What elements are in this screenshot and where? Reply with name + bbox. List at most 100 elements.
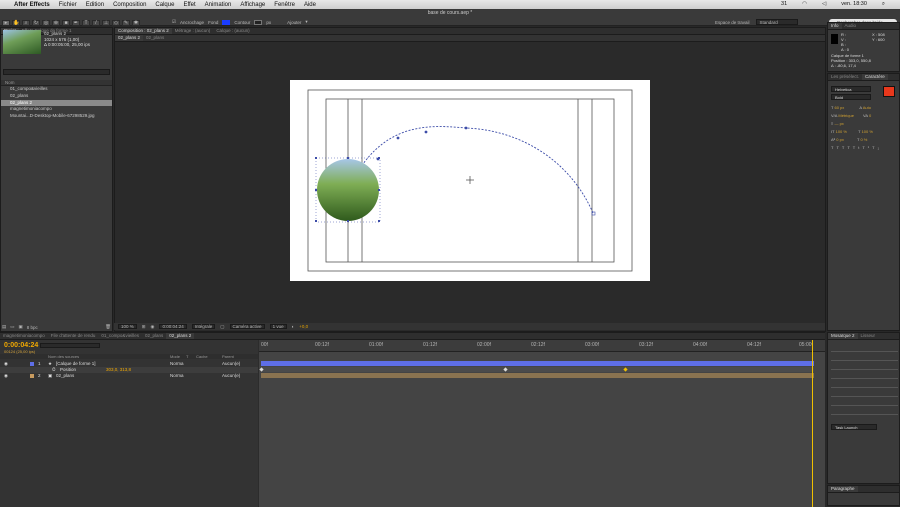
snapshot-icon[interactable]: ◉ — [151, 324, 155, 330]
small-caps-icon[interactable]: Tt — [853, 145, 863, 150]
menu-fenetre[interactable]: Fenêtre — [274, 2, 295, 8]
workspace-select[interactable]: Standard — [755, 19, 798, 25]
volume-icon[interactable]: ◁ — [822, 1, 826, 8]
timeline-layer-row[interactable]: ◉ 2 ▣ 02_plans Norma Aucun(e) — [0, 373, 258, 379]
quality-select[interactable]: Intégrale — [191, 324, 216, 329]
text-tool-icon[interactable]: T — [82, 19, 90, 26]
region-icon[interactable]: ▢ — [220, 324, 224, 330]
stroke-swatch[interactable] — [254, 19, 263, 25]
tab-paragraph[interactable]: Paragraphe — [828, 486, 858, 492]
clone-tool-icon[interactable]: ⊥ — [102, 19, 110, 26]
rotate-tool-icon[interactable]: ↻ — [32, 19, 40, 26]
all-caps-icon[interactable]: TT — [842, 145, 853, 150]
pan-behind-tool-icon[interactable]: ⊕ — [52, 19, 60, 26]
menu-effet[interactable]: Effet — [183, 2, 195, 8]
hscale-value[interactable]: 100 % — [862, 129, 873, 134]
project-search-input[interactable] — [3, 69, 110, 75]
timeline-tab[interactable]: 02_plans — [142, 333, 166, 339]
wiggler-slider[interactable] — [831, 399, 898, 406]
tab-footage[interactable]: Métrage : (aucun) — [172, 28, 214, 34]
subscript-icon[interactable]: T₁ — [872, 145, 882, 150]
menu-affichage[interactable]: Affichage — [240, 2, 265, 8]
tab-layer[interactable]: Calque : (aucun) — [213, 28, 252, 34]
fill-color-swatch[interactable] — [883, 86, 895, 97]
project-item[interactable]: magnetimoniacompo — [1, 106, 112, 113]
spotlight-icon[interactable]: ⌕ — [882, 1, 885, 8]
zoom-select[interactable]: 100 % — [118, 324, 137, 329]
timeline-tab[interactable]: 01_compo&vieilles — [98, 333, 142, 339]
zoom-tool-icon[interactable]: ⌕ — [22, 19, 30, 26]
fill-label[interactable]: Fond — [208, 20, 218, 25]
eraser-tool-icon[interactable]: ◇ — [112, 19, 120, 26]
font-select[interactable]: Helvetica — [831, 86, 871, 92]
menu-composition[interactable]: Composition — [113, 2, 146, 8]
wifi-icon[interactable]: ◠ — [802, 1, 807, 8]
roto-tool-icon[interactable]: ✎ — [122, 19, 130, 26]
task-launch-select[interactable]: Task Launch — [831, 424, 877, 430]
tab-presets[interactable]: Les présélect. — [828, 74, 862, 80]
col-name[interactable]: Nom des sources — [48, 354, 79, 359]
layer-parent[interactable]: Aucun(e) — [222, 373, 240, 379]
bpc-label[interactable]: 8 bpc — [27, 325, 38, 330]
exposure-icon[interactable]: ◐ — [292, 324, 295, 329]
col-parent[interactable]: Parent — [222, 354, 234, 359]
brush-tool-icon[interactable]: / — [92, 19, 100, 26]
timeline-graph[interactable]: 00f 00:12f 01:00f 01:12f 02:00f 02:12f 0… — [259, 340, 825, 507]
time-ruler[interactable]: 00f 00:12f 01:00f 01:12f 02:00f 02:12f 0… — [259, 340, 825, 352]
tab-audio[interactable]: Audio — [842, 23, 860, 29]
composition-frame[interactable] — [290, 80, 650, 281]
timeline-tab[interactable]: File d'attente de rendu — [48, 333, 99, 339]
timeline-tab[interactable]: magnetimoniacompo — [0, 333, 48, 339]
puppet-tool-icon[interactable]: ✱ — [132, 19, 140, 26]
timeline-search-input[interactable] — [40, 343, 100, 348]
kerning-value[interactable]: Métrique — [838, 113, 854, 118]
menu-fichier[interactable]: Fichier — [59, 2, 77, 8]
snapping-checkbox[interactable]: ☑ — [172, 19, 176, 25]
layer-bar-footage[interactable] — [261, 373, 814, 378]
clock[interactable]: ven. 18:30 — [841, 1, 867, 8]
menu-animation[interactable]: Animation — [205, 2, 232, 8]
menu-edition[interactable]: Edition — [86, 2, 104, 8]
tab-character[interactable]: Caractère — [862, 74, 888, 80]
wiggler-slider[interactable] — [831, 345, 898, 352]
stroke-label[interactable]: Contour — [234, 20, 250, 25]
playhead[interactable] — [812, 340, 813, 507]
font-size-value[interactable]: 60 px — [835, 105, 845, 110]
exposure-value[interactable]: +0,0 — [299, 324, 308, 329]
menu-calque[interactable]: Calque — [155, 2, 174, 8]
trash-icon[interactable]: 🗑 — [105, 324, 111, 330]
tab-smoother[interactable]: Lisseur — [858, 333, 879, 339]
wiggler-slider[interactable] — [831, 390, 898, 397]
add-dropdown-icon[interactable]: ▾ — [305, 19, 307, 25]
new-folder-icon[interactable]: ▭ — [10, 324, 14, 330]
interpret-footage-icon[interactable]: ▤ — [2, 324, 6, 330]
new-comp-icon[interactable]: ▣ — [19, 324, 23, 330]
layer-mode[interactable]: Norma — [170, 373, 184, 379]
col-t[interactable]: T — [186, 354, 188, 359]
leading-value[interactable]: Auto — [863, 105, 871, 110]
fill-swatch[interactable] — [222, 19, 231, 25]
tab-composition[interactable]: Composition : 02_plans 2 — [115, 28, 172, 34]
tracking-value[interactable]: 0 — [869, 113, 871, 118]
menu-app-name[interactable]: After Effects — [14, 2, 50, 8]
camera-select[interactable]: Caméra active — [229, 324, 265, 329]
selection-tool-icon[interactable]: ▸ — [2, 19, 10, 26]
wiggler-slider[interactable] — [831, 381, 898, 388]
subtab-comp[interactable]: 02_plans — [143, 35, 167, 41]
grid-icon[interactable]: ⊞ — [142, 324, 146, 330]
layer-bar-shape[interactable] — [261, 361, 814, 366]
timeline-timecode[interactable]: 0:00:04:24 — [4, 342, 38, 349]
hand-tool-icon[interactable]: ✋ — [12, 19, 20, 26]
camera-tool-icon[interactable]: ◎ — [42, 19, 50, 26]
timeline-tab[interactable]: 02_plans 2 — [166, 333, 195, 339]
tab-info[interactable]: Info — [828, 23, 842, 29]
wiggler-slider[interactable] — [831, 363, 898, 370]
col-mode[interactable]: Mode — [170, 354, 180, 359]
viewer-timecode[interactable]: 0:00:04:24 — [159, 324, 187, 329]
font-style-select[interactable]: Bold — [831, 94, 871, 100]
wiggler-slider[interactable] — [831, 372, 898, 379]
tab-mosaic[interactable]: Mosaïque 2 — [828, 333, 858, 339]
pen-tool-icon[interactable]: ✒ — [72, 19, 80, 26]
eye-icon[interactable]: ◉ — [4, 373, 8, 379]
layer-label-color[interactable] — [30, 373, 34, 379]
